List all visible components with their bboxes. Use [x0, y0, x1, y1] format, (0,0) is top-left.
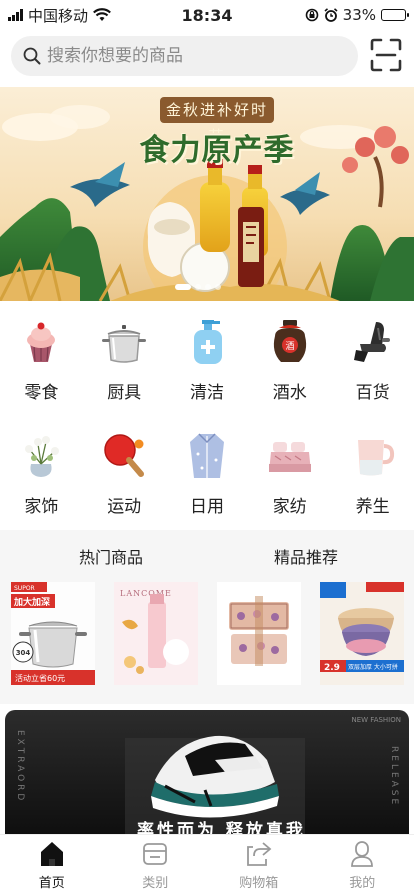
svg-text:酒: 酒 — [285, 341, 294, 352]
serum-product-image: LANCOME — [114, 582, 198, 685]
category-home-textiles[interactable]: 家纺 — [248, 416, 331, 530]
battery-icon — [381, 9, 409, 21]
rotation-lock-icon — [305, 8, 318, 22]
ad-corner-text: NEW FASHION — [351, 716, 402, 724]
giftbox-product-image — [217, 582, 301, 685]
mug-icon — [357, 440, 394, 476]
product-brand: SUPOR — [14, 585, 35, 592]
tab-category[interactable]: 类别 — [104, 835, 208, 896]
tab-label: 类别 — [142, 876, 169, 891]
category-label: 清洁 — [189, 383, 224, 403]
status-bar: 中国移动 18:34 33% — [0, 0, 414, 30]
share-box-icon — [246, 842, 272, 866]
banner-title: 食力原产季 — [139, 133, 295, 168]
cellular-signal-icon — [8, 9, 23, 21]
search-bar[interactable] — [11, 36, 358, 76]
banner-tag: 金秋进补好时节 — [160, 97, 274, 145]
product-tag: 双层加厚 大小可拼 — [348, 663, 398, 671]
tab-cart[interactable]: 购物箱 — [207, 835, 311, 896]
banner-pagination — [175, 284, 221, 290]
soap-bottle-icon — [193, 320, 222, 364]
category-icon — [143, 843, 168, 865]
pot-icon — [102, 325, 147, 363]
carrier-name: 中国移动 — [28, 6, 89, 25]
ad-caption: 率性而为 释放真我 — [137, 821, 306, 834]
product-promo: 活动立省60元 — [15, 673, 65, 683]
ad-side-right: RELEASE — [389, 746, 399, 808]
search-input[interactable] — [47, 46, 337, 66]
category-decor[interactable]: 家饰 — [0, 416, 83, 530]
category-wellness[interactable]: 养生 — [331, 416, 414, 530]
tab-bar: 首页 类别 购物箱 我的 — [0, 834, 414, 896]
product-size: 304 — [16, 649, 31, 657]
category-label: 厨具 — [107, 383, 142, 403]
category-label: 百货 — [355, 383, 390, 403]
hot-products-title[interactable]: 热门商品 — [79, 544, 143, 568]
category-label: 日用 — [189, 497, 224, 517]
category-kitchenware[interactable]: 厨具 — [83, 302, 166, 416]
tab-home[interactable]: 首页 — [0, 835, 104, 896]
scan-icon[interactable] — [370, 38, 402, 72]
clothing-icon — [189, 433, 224, 478]
alarm-icon — [324, 8, 338, 22]
massage-chair-icon — [353, 322, 390, 362]
category-daily-use[interactable]: 日用 — [166, 416, 249, 530]
tab-label: 我的 — [349, 876, 376, 891]
tab-label: 购物箱 — [239, 876, 279, 891]
category-label: 零食 — [24, 383, 59, 403]
category-drinks[interactable]: 酒 酒水 — [248, 302, 331, 416]
banner-page-dot[interactable] — [205, 284, 211, 290]
category-cleaning[interactable]: 清洁 — [166, 302, 249, 416]
product-card-serum[interactable]: LANCOME — [114, 582, 198, 685]
product-badge: 加大加深 — [13, 596, 50, 608]
product-card-giftbox[interactable] — [217, 582, 301, 685]
flower-vase-icon — [25, 436, 60, 477]
wifi-icon — [93, 8, 111, 21]
ad-banner[interactable]: EXTRAORD RELEASE NEW FASHION 率性而为 释放真我 — [5, 710, 409, 834]
pot-product-image: SUPOR 加大加深 304 活动立省60元 — [11, 582, 95, 685]
product-brand: LANCOME — [120, 589, 172, 598]
battery-percent: 33% — [342, 6, 376, 24]
banner-page-dot[interactable] — [215, 284, 221, 290]
bedding-icon — [268, 442, 311, 472]
ping-pong-icon — [104, 434, 145, 477]
bowls-product-image: 2.9 双层加厚 大小可拼 — [320, 582, 404, 685]
product-card-pot[interactable]: SUPOR 加大加深 304 活动立省60元 — [11, 582, 95, 685]
category-label: 运动 — [107, 497, 142, 517]
category-label: 养生 — [355, 497, 390, 517]
product-price: 2.9 — [324, 663, 340, 673]
cupcake-icon — [27, 322, 56, 362]
search-icon — [23, 47, 41, 65]
promo-banner[interactable]: 金秋进补好时节 食力原产季 — [0, 87, 414, 301]
wine-jar-icon: 酒 — [273, 320, 306, 362]
tab-label: 首页 — [38, 876, 65, 891]
category-snacks[interactable]: 零食 — [0, 302, 83, 416]
category-sports[interactable]: 运动 — [83, 416, 166, 530]
banner-page-dot[interactable] — [195, 284, 201, 290]
ad-side-left: EXTRAORD — [15, 730, 25, 804]
category-label: 家纺 — [272, 497, 307, 517]
category-grid: 零食 厨具 清洁 酒 酒水 百货 家饰 运动 日用 家纺 养生 — [0, 302, 414, 530]
banner-page-dot[interactable] — [175, 284, 191, 290]
profile-icon — [351, 841, 374, 867]
category-general[interactable]: 百货 — [331, 302, 414, 416]
tab-profile[interactable]: 我的 — [311, 835, 414, 896]
category-label: 家饰 — [24, 497, 59, 517]
recommend-title[interactable]: 精品推荐 — [274, 544, 338, 568]
category-label: 酒水 — [272, 383, 307, 403]
product-card-bowls[interactable]: 2.9 双层加厚 大小可拼 — [320, 582, 404, 685]
search-row — [0, 34, 414, 80]
home-icon — [40, 842, 63, 866]
